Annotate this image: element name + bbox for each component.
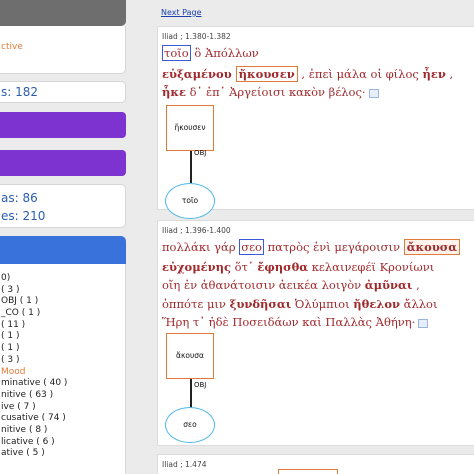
head-word[interactable]: ἤκουσεν xyxy=(235,66,298,82)
result-count: s: 182 xyxy=(1,85,39,99)
verse-text: κελαινεφέϊ Κρονίωνι xyxy=(308,260,435,274)
verse-line: πολλάκι γάρ σεο πατρὸς ἐνὶ μεγάροισιν ἄκ… xyxy=(162,239,461,255)
tree-head-node: ἄκουσα xyxy=(166,333,214,379)
purple-button-1[interactable] xyxy=(0,112,126,138)
verse-line: Ἥρη τ᾽ ἠδὲ Ποσειδάων καὶ Παλλὰς Ἀθήνη· xyxy=(162,315,429,329)
verse-text: δ᾽ ἐπ᾽ Ἀργείοισι κακὸν βέλος· xyxy=(185,85,366,99)
facet-item[interactable]: nitive ( 63 ) xyxy=(1,390,125,402)
stat-line-2: es: 210 xyxy=(1,209,46,223)
facet-group-mood: Mood xyxy=(1,366,26,377)
facet-item[interactable]: cusative ( 74 ) xyxy=(1,413,125,425)
stats-box: as: 86 es: 210 xyxy=(0,184,126,228)
verse-line: ὁππότε μιν ξυνδῆσαι Ὀλύμπιοι ἤθελον ἄλλο… xyxy=(162,297,437,311)
tree-relation-label: OBJ xyxy=(194,149,207,157)
facet-item[interactable]: licative ( 6 ) xyxy=(1,437,125,449)
result-card: Iliad ; 1.396-1.400 πολλάκι γάρ σεο πατρ… xyxy=(157,220,474,446)
verse-word[interactable]: εὐχομένης xyxy=(162,260,231,274)
verse-text: Ὀλύμπιοι xyxy=(291,297,354,311)
tree-relation-label: OBJ xyxy=(194,381,207,389)
result-count-box: s: 182 xyxy=(0,81,126,103)
verse-text: οἴη ἐν ἀθανάτοισιν ἀεικέα λοιγὸν xyxy=(162,278,365,292)
tree-edge xyxy=(190,151,192,183)
facet-item[interactable]: ( 3 ) xyxy=(1,355,125,367)
result-card: Iliad ; 1.474 xyxy=(157,454,474,474)
verse-line: εὐχομένης ὅτ᾽ ἔφησθα κελαινεφέϊ Κρονίωνι xyxy=(162,260,434,274)
citation-ref: Iliad ; 1.396-1.400 xyxy=(162,226,231,235)
verse-text: ἄλλοι xyxy=(400,297,438,311)
verse-word[interactable]: εὐξαμένου xyxy=(162,67,236,81)
verse-text: , ἐπεὶ μάλα οἱ φίλος xyxy=(297,67,423,81)
facet-item[interactable]: nitive ( 8 ) xyxy=(1,425,125,437)
facet-item[interactable]: OBJ ( 1 ) xyxy=(1,296,125,308)
facet-item[interactable]: 0) xyxy=(1,273,125,285)
verse-text: ὁππότε μιν xyxy=(162,297,230,311)
note-icon[interactable] xyxy=(368,88,379,98)
facet-panel-header[interactable] xyxy=(0,236,126,264)
facet-item[interactable]: ative ( 5 ) xyxy=(1,448,125,460)
verse-word[interactable]: ἧκε xyxy=(162,85,186,99)
facet-list: 0) ( 3 ) OBJ ( 1 ) _CO ( 1 ) ( 11 ) ( 1 … xyxy=(0,264,126,474)
stat-line-1: as: 86 xyxy=(1,191,38,205)
verse-text: , xyxy=(412,278,420,292)
citation-ref: Iliad ; 1.474 xyxy=(162,460,207,469)
next-page-link[interactable]: Next Page xyxy=(161,8,202,17)
facet-item[interactable]: ive ( 7 ) xyxy=(1,402,125,414)
head-word-box xyxy=(278,469,338,474)
facet-item[interactable]: ( 11 ) xyxy=(1,320,125,332)
facet-item[interactable]: _CO ( 1 ) xyxy=(1,308,125,320)
sidebar-header-bar xyxy=(0,0,126,26)
verse-word[interactable]: ξυνδῆσαι xyxy=(230,297,292,311)
results-panel: Next Page Iliad ; 1.380-1.382 τοῖο ὃ Ἀπό… xyxy=(145,0,474,474)
verse-line: οἴη ἐν ἀθανάτοισιν ἀεικέα λοιγὸν ἀμῦναι … xyxy=(162,278,420,292)
sidebar: ctive s: 182 as: 86 es: 210 0) ( 3 ) OBJ… xyxy=(0,0,130,474)
active-filter-label[interactable]: ctive xyxy=(1,42,23,52)
verse-word[interactable]: ἀμῦναι xyxy=(365,278,413,292)
verse-line: ἧκε δ᾽ ἐπ᾽ Ἀργείοισι κακὸν βέλος· xyxy=(162,85,379,99)
tree-dependent-node: σεο xyxy=(165,407,215,443)
verse-line: τοῖο ὃ Ἀπόλλων xyxy=(162,45,259,61)
verse-text: , xyxy=(445,67,454,81)
dependent-word[interactable]: τοῖο xyxy=(162,45,191,61)
verse-word[interactable]: ἦεν xyxy=(423,67,446,81)
head-word[interactable]: ἄκουσα xyxy=(403,239,461,255)
facet-item[interactable]: ( 1 ) xyxy=(1,343,125,355)
facet-item[interactable]: ( 1 ) xyxy=(1,331,125,343)
purple-button-2[interactable] xyxy=(0,150,126,176)
verse-text: ὃ Ἀπόλλων xyxy=(190,46,259,60)
dependent-word[interactable]: σεο xyxy=(239,239,264,255)
facet-item[interactable]: minative ( 40 ) xyxy=(1,378,125,390)
verse-text: Ἥρη τ᾽ ἠδὲ Ποσειδάων καὶ Παλλὰς Ἀθήνη· xyxy=(162,315,416,329)
verse-word[interactable]: ἤθελον xyxy=(353,297,400,311)
verse-line: εὐξαμένου ἤκουσεν , ἐπεὶ μάλα οἱ φίλος ἦ… xyxy=(162,66,454,82)
result-card: Iliad ; 1.380-1.382 τοῖο ὃ Ἀπόλλων εὐξαμ… xyxy=(157,26,474,219)
verse-text: ὅτ᾽ xyxy=(230,260,258,274)
verse-word[interactable]: ἔφησθα xyxy=(257,260,308,274)
citation-ref: Iliad ; 1.380-1.382 xyxy=(162,32,231,41)
verse-text: πατρὸς ἐνὶ μεγάροισιν xyxy=(263,240,404,254)
tree-dependent-node: τοῖο xyxy=(165,183,215,219)
verse-text: πολλάκι γάρ xyxy=(162,240,240,254)
tree-edge xyxy=(190,379,192,409)
facet-item[interactable]: ( 3 ) xyxy=(1,285,125,297)
active-filter-box: ctive xyxy=(0,26,126,74)
tree-head-node: ἤκουσεν xyxy=(166,105,214,151)
note-icon[interactable] xyxy=(418,318,429,328)
